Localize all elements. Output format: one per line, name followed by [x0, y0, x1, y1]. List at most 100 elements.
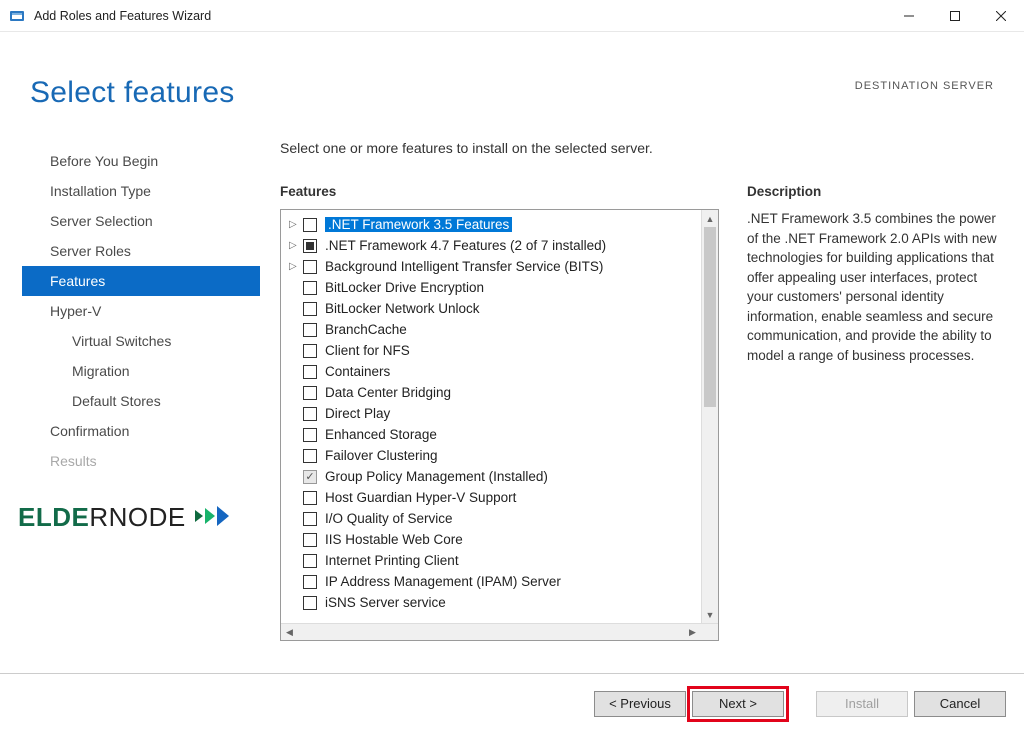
feature-row[interactable]: iSNS Server service — [281, 592, 718, 613]
scroll-thumb[interactable] — [704, 227, 716, 407]
maximize-button[interactable] — [932, 0, 978, 32]
vertical-scrollbar[interactable]: ▲ ▼ — [701, 210, 718, 623]
feature-label: Failover Clustering — [325, 448, 438, 463]
feature-label: Client for NFS — [325, 343, 410, 358]
feature-row[interactable]: ▷ Background Intelligent Transfer Service… — [281, 256, 718, 277]
feature-row[interactable]: ▷ .NET Framework 4.7 Features (2 of 7 ins… — [281, 235, 718, 256]
wizard-nav: Before You BeginInstallation TypeServer … — [22, 140, 260, 641]
nav-item-hyper-v[interactable]: Hyper-V — [22, 296, 260, 326]
button-row: < Previous Next > Install Cancel — [0, 673, 1024, 733]
nav-item-confirmation[interactable]: Confirmation — [22, 416, 260, 446]
feature-checkbox[interactable] — [303, 386, 317, 400]
feature-checkbox[interactable] — [303, 323, 317, 337]
horizontal-scrollbar[interactable]: ◀ ▶ — [281, 623, 718, 640]
tree-expander-icon[interactable]: ▷ — [289, 240, 303, 251]
logo-arrows-icon — [195, 504, 229, 535]
feature-label: Background Intelligent Transfer Service … — [325, 259, 603, 274]
header: Select features DESTINATION SERVER — [0, 32, 1024, 110]
feature-label: Group Policy Management (Installed) — [325, 469, 548, 484]
features-column: Features ▷ .NET Framework 3.5 Features ▷ .N… — [280, 184, 719, 641]
feature-label: Direct Play — [325, 406, 390, 421]
feature-label: Enhanced Storage — [325, 427, 437, 442]
scroll-right-arrow-icon[interactable]: ▶ — [684, 624, 701, 640]
features-tree: ▷ .NET Framework 3.5 Features ▷ .NET Framew… — [280, 209, 719, 641]
description-text: .NET Framework 3.5 combines the power of… — [747, 209, 1002, 366]
feature-checkbox[interactable] — [303, 239, 317, 253]
cancel-button[interactable]: Cancel — [914, 691, 1006, 717]
nav-item-installation-type[interactable]: Installation Type — [22, 176, 260, 206]
tree-expander-icon[interactable]: ▷ — [289, 219, 303, 230]
feature-row[interactable]: Containers — [281, 361, 718, 382]
feature-row[interactable]: ▷ .NET Framework 3.5 Features — [281, 214, 718, 235]
feature-label: I/O Quality of Service — [325, 511, 453, 526]
next-button[interactable]: Next > — [692, 691, 784, 717]
app-icon — [8, 7, 26, 25]
nav-item-results: Results — [22, 446, 260, 476]
description-column: Description .NET Framework 3.5 combines … — [747, 184, 1002, 641]
feature-checkbox[interactable] — [303, 344, 317, 358]
page-title: Select features — [30, 76, 235, 110]
feature-label: BranchCache — [325, 322, 407, 337]
feature-checkbox[interactable] — [303, 407, 317, 421]
scroll-left-arrow-icon[interactable]: ◀ — [281, 624, 298, 640]
feature-checkbox[interactable] — [303, 533, 317, 547]
features-heading: Features — [280, 184, 719, 199]
columns: Features ▷ .NET Framework 3.5 Features ▷ .N… — [280, 184, 1002, 641]
destination-server-label: DESTINATION SERVER — [855, 80, 994, 92]
feature-checkbox[interactable] — [303, 428, 317, 442]
feature-row[interactable]: I/O Quality of Service — [281, 508, 718, 529]
feature-row[interactable]: Client for NFS — [281, 340, 718, 361]
feature-row[interactable]: Host Guardian Hyper-V Support — [281, 487, 718, 508]
feature-label: BitLocker Network Unlock — [325, 301, 480, 316]
feature-row[interactable]: Internet Printing Client — [281, 550, 718, 571]
feature-checkbox[interactable] — [303, 218, 317, 232]
feature-label: iSNS Server service — [325, 595, 446, 610]
feature-row[interactable]: Enhanced Storage — [281, 424, 718, 445]
previous-button[interactable]: < Previous — [594, 691, 686, 717]
feature-row[interactable]: BitLocker Network Unlock — [281, 298, 718, 319]
nav-item-server-selection[interactable]: Server Selection — [22, 206, 260, 236]
feature-row[interactable]: BitLocker Drive Encryption — [281, 277, 718, 298]
feature-checkbox[interactable] — [303, 281, 317, 295]
install-button: Install — [816, 691, 908, 717]
tree-expander-icon[interactable]: ▷ — [289, 261, 303, 272]
nav-item-features[interactable]: Features — [22, 266, 260, 296]
feature-checkbox[interactable] — [303, 365, 317, 379]
nav-item-migration[interactable]: Migration — [22, 356, 260, 386]
feature-checkbox[interactable] — [303, 449, 317, 463]
feature-row[interactable]: BranchCache — [281, 319, 718, 340]
nav-item-server-roles[interactable]: Server Roles — [22, 236, 260, 266]
close-button[interactable] — [978, 0, 1024, 32]
feature-checkbox[interactable] — [303, 596, 317, 610]
minimize-button[interactable] — [886, 0, 932, 32]
body: Before You BeginInstallation TypeServer … — [0, 110, 1024, 641]
feature-label: .NET Framework 4.7 Features (2 of 7 inst… — [325, 238, 606, 253]
feature-checkbox[interactable] — [303, 491, 317, 505]
feature-checkbox[interactable] — [303, 302, 317, 316]
feature-checkbox[interactable] — [303, 512, 317, 526]
feature-row[interactable]: Direct Play — [281, 403, 718, 424]
nav-item-virtual-switches[interactable]: Virtual Switches — [22, 326, 260, 356]
feature-row[interactable]: Group Policy Management (Installed) — [281, 466, 718, 487]
description-heading: Description — [747, 184, 1002, 199]
feature-label: BitLocker Drive Encryption — [325, 280, 484, 295]
feature-row[interactable]: IIS Hostable Web Core — [281, 529, 718, 550]
feature-checkbox[interactable] — [303, 260, 317, 274]
feature-checkbox — [303, 470, 317, 484]
watermark-logo: ELDERNODE — [18, 502, 229, 535]
feature-row[interactable]: IP Address Management (IPAM) Server — [281, 571, 718, 592]
feature-row[interactable]: Failover Clustering — [281, 445, 718, 466]
features-tree-body[interactable]: ▷ .NET Framework 3.5 Features ▷ .NET Framew… — [281, 210, 718, 623]
scroll-down-arrow-icon[interactable]: ▼ — [702, 606, 718, 623]
feature-checkbox[interactable] — [303, 554, 317, 568]
feature-label: Internet Printing Client — [325, 553, 459, 568]
feature-row[interactable]: Data Center Bridging — [281, 382, 718, 403]
nav-item-default-stores[interactable]: Default Stores — [22, 386, 260, 416]
feature-checkbox[interactable] — [303, 575, 317, 589]
nav-item-before-you-begin[interactable]: Before You Begin — [22, 146, 260, 176]
scroll-up-arrow-icon[interactable]: ▲ — [702, 210, 718, 227]
feature-label: .NET Framework 3.5 Features — [325, 217, 512, 232]
feature-label: IP Address Management (IPAM) Server — [325, 574, 561, 589]
window-controls — [886, 0, 1024, 32]
feature-label: IIS Hostable Web Core — [325, 532, 463, 547]
